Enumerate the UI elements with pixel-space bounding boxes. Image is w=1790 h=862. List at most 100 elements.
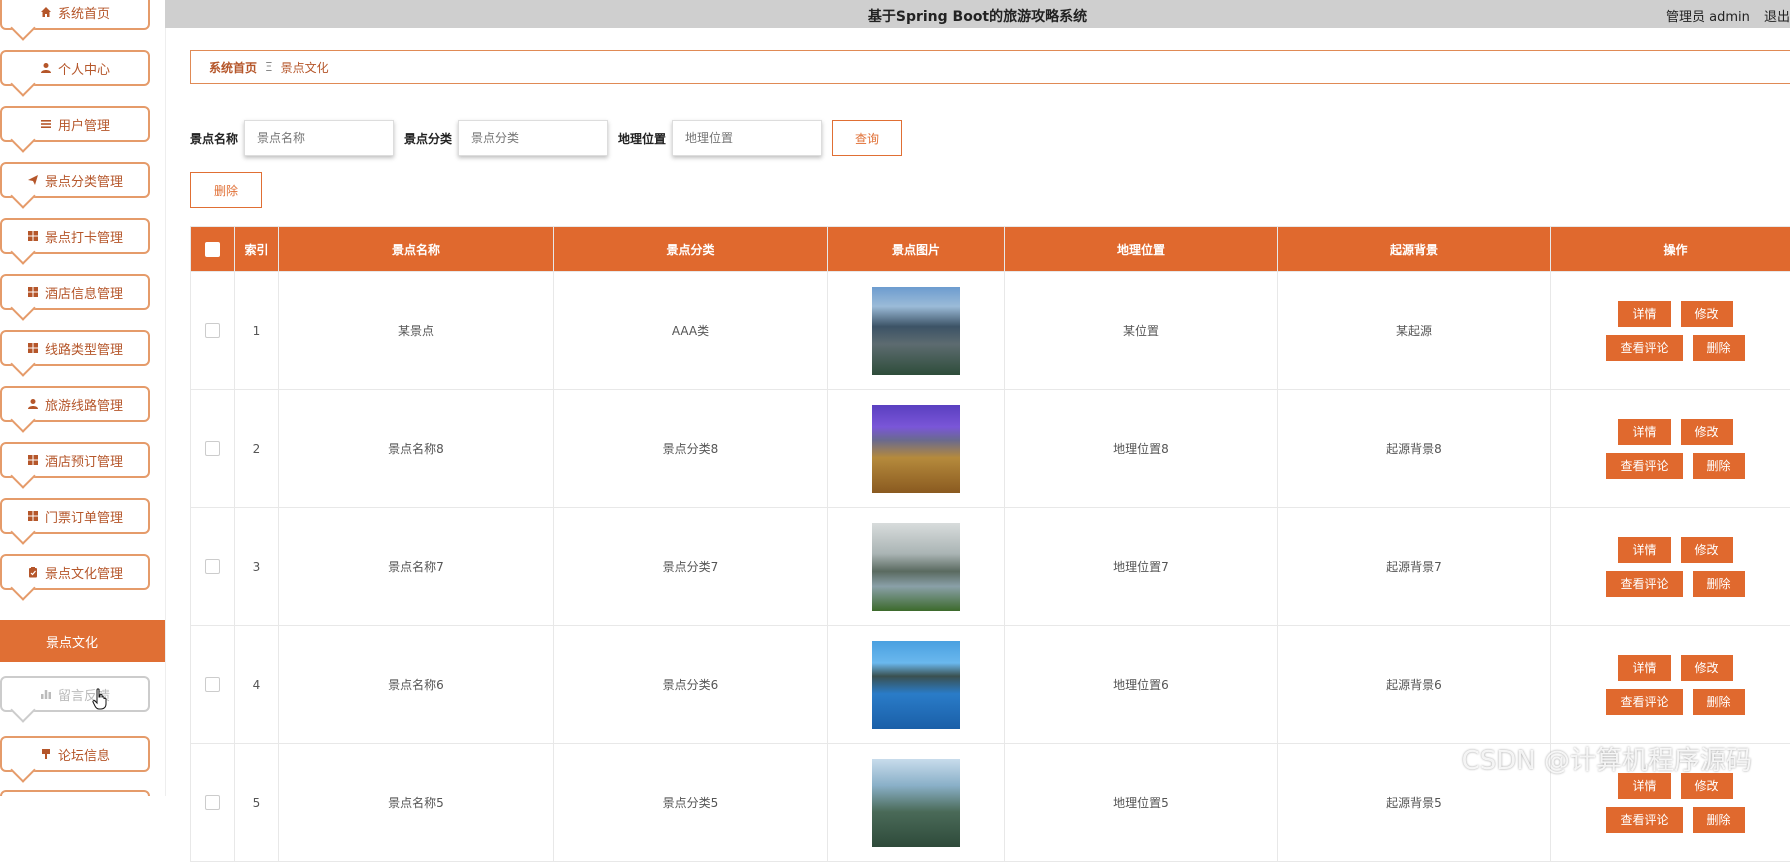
table-header-row: 索引 景点名称 景点分类 景点图片 地理位置 起源背景 操作 (191, 227, 1790, 272)
row-checkbox[interactable] (205, 677, 220, 692)
row-name: 景点名称6 (279, 626, 554, 744)
sidebar: 系统首页 个人中心 用户管理 景点分类管理 景点打卡管理 酒店信息管理 线路类型… (0, 0, 166, 796)
row-index: 5 (235, 744, 279, 862)
grid-icon (27, 454, 39, 466)
row-checkbox[interactable] (205, 441, 220, 456)
grid-icon (27, 230, 39, 242)
row-location: 地理位置6 (1005, 626, 1278, 744)
grid-icon (27, 342, 39, 354)
breadcrumb-separator-icon: Ξ (265, 60, 273, 74)
sidebar-subitem-label: 景点文化 (46, 632, 98, 651)
breadcrumb-home[interactable]: 系统首页 (209, 59, 257, 76)
row-origin: 某起源 (1278, 272, 1551, 390)
send-icon (27, 174, 39, 186)
table-row: 2 景点名称8 景点分类8 地理位置8 起源背景8 详情修改 查看评论删除 (191, 390, 1790, 508)
view-comments-button[interactable]: 查看评论 (1606, 335, 1682, 361)
sidebar-item-label: 酒店预订管理 (45, 451, 123, 470)
system-title: 基于Spring Boot的旅游攻略系统 (165, 6, 1790, 26)
hand-cursor-icon (92, 688, 108, 710)
breadcrumb: 系统首页 Ξ 景点文化 (190, 50, 1790, 84)
view-comments-button[interactable]: 查看评论 (1606, 571, 1682, 597)
detail-button[interactable]: 详情 (1618, 537, 1670, 563)
row-origin: 起源背景7 (1278, 508, 1551, 626)
detail-button[interactable]: 详情 (1618, 655, 1670, 681)
sidebar-item-label: 酒店信息管理 (45, 283, 123, 302)
row-index: 3 (235, 508, 279, 626)
sidebar-item-forum[interactable]: 论坛信息 (0, 736, 150, 772)
sidebar-item-hotel-booking[interactable]: 酒店预订管理 (0, 442, 150, 478)
detail-button[interactable]: 详情 (1618, 419, 1670, 445)
query-button[interactable]: 查询 (832, 120, 902, 156)
sidebar-item-route-type[interactable]: 线路类型管理 (0, 330, 150, 366)
pin-icon (40, 748, 52, 760)
select-all-checkbox[interactable] (205, 242, 220, 257)
sidebar-item-ticket-order[interactable]: 门票订单管理 (0, 498, 150, 534)
delete-button[interactable]: 删除 (1693, 571, 1745, 597)
breadcrumb-current: 景点文化 (281, 59, 329, 76)
sidebar-item-label: 门票订单管理 (45, 507, 123, 526)
edit-button[interactable]: 修改 (1681, 537, 1733, 563)
column-header-location: 地理位置 (1005, 227, 1278, 272)
delete-button[interactable]: 删除 (1693, 689, 1745, 715)
spot-image (872, 405, 960, 493)
row-category: 景点分类5 (554, 744, 828, 862)
spot-category-input[interactable] (458, 120, 608, 156)
sidebar-item-checkin[interactable]: 景点打卡管理 (0, 218, 150, 254)
spot-name-input[interactable] (244, 120, 394, 156)
row-checkbox[interactable] (205, 795, 220, 810)
sidebar-item-label: 旅游线路管理 (45, 395, 123, 414)
table-row: 1 某景点 AAA类 某位置 某起源 详情修改 查看评论删除 (191, 272, 1790, 390)
row-name: 景点名称5 (279, 744, 554, 862)
delete-button[interactable]: 删除 (1693, 335, 1745, 361)
sidebar-item-profile[interactable]: 个人中心 (0, 50, 150, 86)
row-origin: 起源背景6 (1278, 626, 1551, 744)
sidebar-item-tour-route[interactable]: 旅游线路管理 (0, 386, 150, 422)
sidebar-item-feedback[interactable]: 留言反馈 (0, 676, 150, 712)
sidebar-item-label: 个人中心 (58, 59, 110, 78)
sidebar-item-label: 景点文化管理 (45, 563, 123, 582)
delete-button[interactable]: 删除 (1693, 453, 1745, 479)
clipboard-icon (27, 566, 39, 578)
sidebar-item-label: 景点打卡管理 (45, 227, 123, 246)
column-header-name: 景点名称 (279, 227, 554, 272)
sidebar-item-more[interactable] (0, 790, 150, 796)
row-index: 2 (235, 390, 279, 508)
search-bar: 景点名称 景点分类 地理位置 查询 (190, 120, 902, 156)
delete-button[interactable]: 删除 (1693, 807, 1745, 833)
sidebar-item-spot-culture[interactable]: 景点文化管理 (0, 554, 150, 590)
edit-button[interactable]: 修改 (1681, 655, 1733, 681)
row-checkbox[interactable] (205, 559, 220, 574)
admin-user-label: 管理员 admin (1666, 10, 1750, 25)
view-comments-button[interactable]: 查看评论 (1606, 453, 1682, 479)
row-checkbox[interactable] (205, 323, 220, 338)
view-comments-button[interactable]: 查看评论 (1606, 689, 1682, 715)
row-name: 某景点 (279, 272, 554, 390)
admin-area: 管理员 admin 退出 (1656, 6, 1790, 25)
column-header-actions: 操作 (1551, 227, 1790, 272)
sidebar-item-hotel-info[interactable]: 酒店信息管理 (0, 274, 150, 310)
sidebar-item-home[interactable]: 系统首页 (0, 0, 150, 30)
view-comments-button[interactable]: 查看评论 (1606, 807, 1682, 833)
batch-delete-button[interactable]: 删除 (190, 172, 262, 208)
detail-button[interactable]: 详情 (1618, 301, 1670, 327)
sidebar-item-label: 线路类型管理 (45, 339, 123, 358)
grid-icon (27, 510, 39, 522)
row-location: 地理位置7 (1005, 508, 1278, 626)
sidebar-item-users[interactable]: 用户管理 (0, 106, 150, 142)
spot-image (872, 523, 960, 611)
column-header-index: 索引 (235, 227, 279, 272)
edit-button[interactable]: 修改 (1681, 301, 1733, 327)
home-icon (40, 6, 52, 18)
grid-icon (27, 286, 39, 298)
spot-image (872, 641, 960, 729)
row-location: 某位置 (1005, 272, 1278, 390)
logout-link[interactable]: 退出 (1764, 10, 1790, 25)
sidebar-item-spot-category[interactable]: 景点分类管理 (0, 162, 150, 198)
select-all-cell[interactable] (191, 227, 235, 272)
sidebar-subitem-spot-culture[interactable]: 景点文化 (0, 620, 165, 662)
column-header-origin: 起源背景 (1278, 227, 1551, 272)
sidebar-item-label: 景点分类管理 (45, 171, 123, 190)
top-bar: 基于Spring Boot的旅游攻略系统 管理员 admin 退出 (165, 0, 1790, 28)
location-input[interactable] (672, 120, 822, 156)
edit-button[interactable]: 修改 (1681, 419, 1733, 445)
